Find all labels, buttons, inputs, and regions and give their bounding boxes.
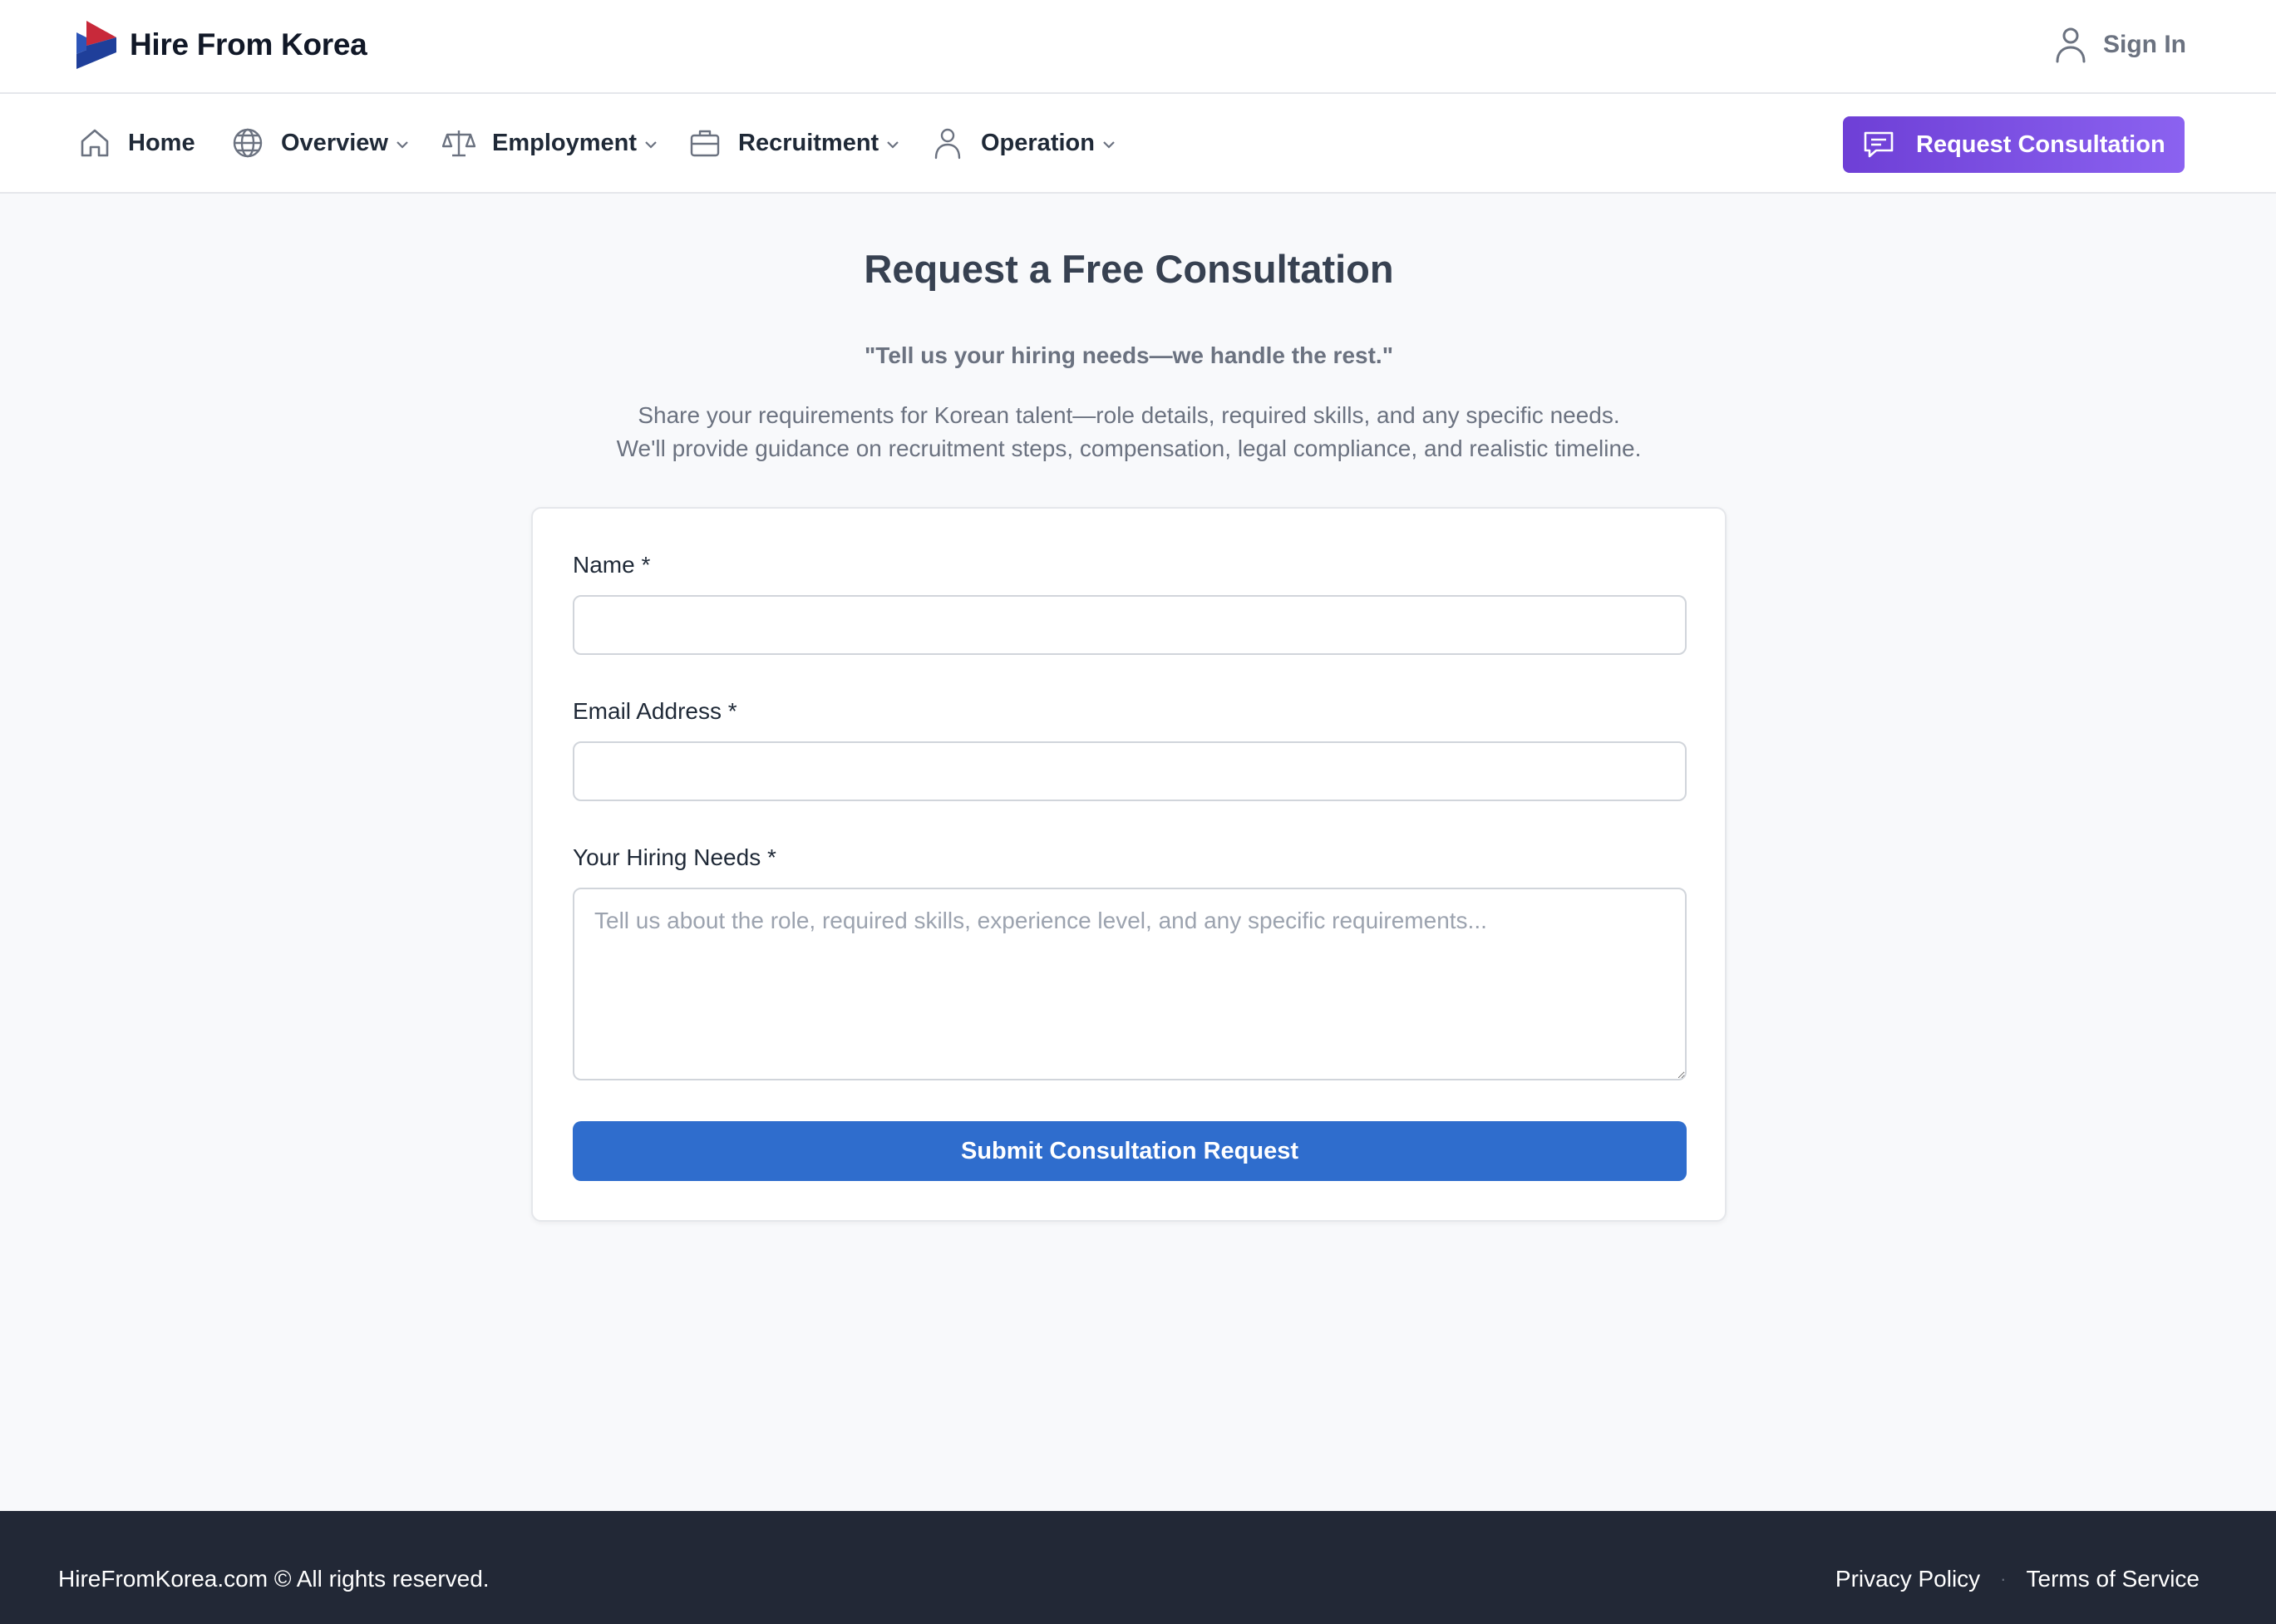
consultation-form: Name * Email Address * Your Hiring Needs… [531,507,1727,1222]
email-input[interactable] [573,741,1687,801]
globe-icon [233,128,263,158]
email-label: Email Address * [573,698,737,724]
top-header: Hire From Korea Sign In [0,0,2276,94]
chevron-down-icon [1103,141,1115,149]
home-icon [81,129,109,157]
nav-label-home: Home [128,129,195,156]
sign-in-link[interactable]: Sign In [2055,23,2186,66]
brand-name: Hire From Korea [130,27,367,62]
sign-in-label: Sign In [2103,31,2186,58]
person-icon [934,128,961,160]
brand[interactable]: Hire From Korea [75,20,367,70]
nav-item-overview[interactable]: Overview [231,94,410,192]
user-icon [2056,27,2086,63]
nav-item-recruitment[interactable]: Recruitment [688,94,900,192]
name-input[interactable] [573,595,1687,655]
nav-label-operation: Operation [981,129,1095,156]
name-label: Name * [573,552,651,578]
footer: HireFromKorea.com © All rights reserved.… [0,1511,2276,1624]
nav-label-recruitment: Recruitment [738,129,879,156]
nav-item-home[interactable]: Home [78,94,195,192]
request-consultation-label: Request Consultation [1916,130,2165,158]
request-consultation-button[interactable]: Request Consultation [1843,116,2185,173]
submit-button[interactable]: Submit Consultation Request [573,1121,1687,1181]
description-line-2: We'll provide guidance on recruitment st… [616,436,1642,461]
hiring-needs-label: Your Hiring Needs * [573,844,776,870]
main-nav: Home Overview Employment Recruitment Ope… [0,94,2276,194]
nav-item-employment[interactable]: Employment [442,94,658,192]
footer-links: Privacy Policy · Terms of Service [1835,1566,2200,1592]
page-title: Request a Free Consultation [864,247,1394,291]
nav-label-employment: Employment [492,129,638,156]
nav-label-overview: Overview [281,129,388,156]
footer-separator: · [2000,1568,2007,1589]
nav-item-operation[interactable]: Operation [931,94,1116,192]
briefcase-icon [690,130,720,157]
tagline: "Tell us your hiring needs—we handle the… [865,342,1393,368]
chevron-down-icon [887,141,899,149]
chevron-down-icon [397,141,408,149]
hiring-needs-textarea[interactable] [573,888,1687,1080]
copyright-text: HireFromKorea.com © All rights reserved. [58,1566,490,1592]
scale-icon [442,130,475,157]
chat-icon [1864,131,1894,158]
korea-arrow-logo-icon [76,21,116,69]
chevron-down-icon [645,141,657,149]
description-line-1: Share your requirements for Korean talen… [638,402,1620,428]
privacy-policy-link[interactable]: Privacy Policy [1835,1566,1980,1592]
terms-of-service-link[interactable]: Terms of Service [2027,1566,2200,1592]
